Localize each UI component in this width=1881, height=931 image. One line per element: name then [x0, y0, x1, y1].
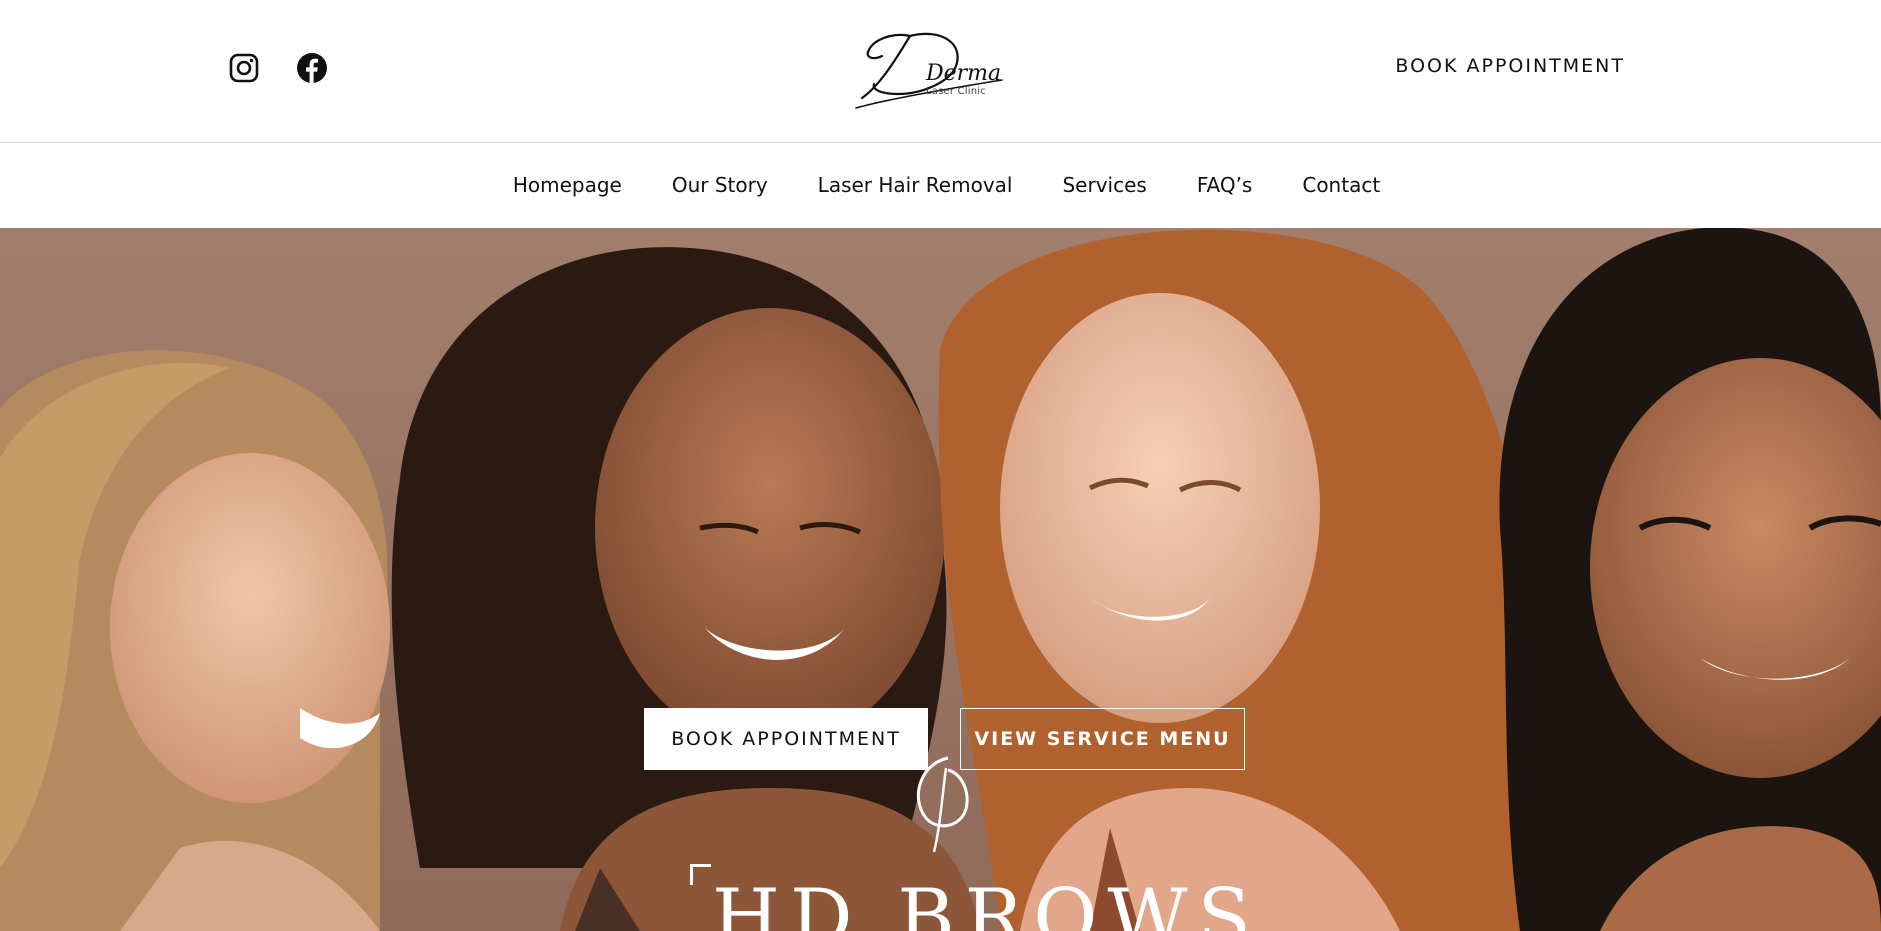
logo-subtitle: Laser Clinic	[926, 86, 986, 97]
instagram-icon[interactable]	[228, 52, 260, 84]
facebook-icon[interactable]	[296, 52, 328, 84]
nav-item-our-story[interactable]: Our Story	[672, 173, 768, 197]
view-service-menu-button[interactable]: VIEW SERVICE MENU	[960, 708, 1245, 770]
hd-brows-corner-mark	[690, 864, 711, 885]
header-book-appointment-link[interactable]: BOOK APPOINTMENT	[1395, 55, 1625, 77]
nav-item-faqs[interactable]: FAQ’s	[1197, 173, 1253, 197]
site-header: Derma Laser Clinic BOOK APPOINTMENT	[0, 0, 1881, 143]
hero-book-appointment-button[interactable]: BOOK APPOINTMENT	[644, 708, 928, 770]
main-navigation: Homepage Our Story Laser Hair Removal Se…	[0, 143, 1881, 228]
derma-logo[interactable]: Derma Laser Clinic	[852, 22, 1016, 114]
nav-item-contact[interactable]: Contact	[1302, 173, 1380, 197]
logo-script-text: Derma	[925, 61, 1001, 86]
nav-item-services[interactable]: Services	[1062, 173, 1146, 197]
hero-banner: HD BROWS BOOK APPOINTMENT VIEW SERVICE M…	[0, 228, 1881, 931]
nav-item-homepage[interactable]: Homepage	[513, 173, 622, 197]
hd-brows-title: HD BROWS	[712, 873, 1261, 931]
nav-item-laser-hair-removal[interactable]: Laser Hair Removal	[818, 173, 1013, 197]
